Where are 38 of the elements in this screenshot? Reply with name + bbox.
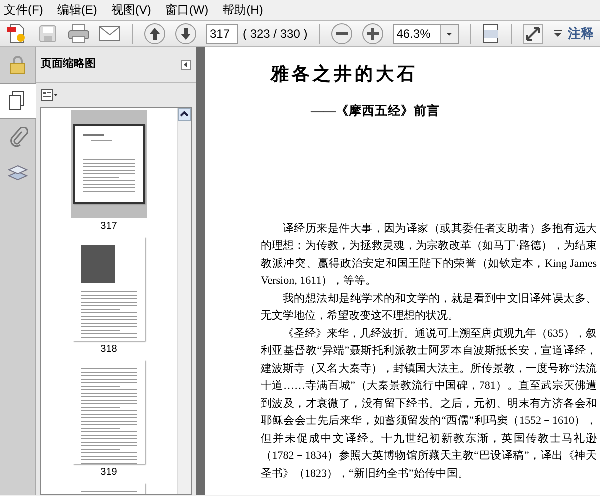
- page-count: ( 323 / 330 ): [243, 26, 308, 42]
- previous-page-icon[interactable]: [144, 22, 166, 44]
- collapse-panel-icon[interactable]: [181, 60, 191, 70]
- menu-item[interactable]: 视图(V): [111, 1, 152, 19]
- create-document-icon[interactable]: [6, 22, 28, 44]
- zoom-field[interactable]: 46.3%: [392, 24, 459, 44]
- menu-item[interactable]: 窗口(W): [165, 1, 209, 19]
- chapter-title: 雅各之井的大石: [270, 63, 418, 86]
- scrollbar[interactable]: [177, 108, 191, 494]
- menu-item[interactable]: 帮助(H): [222, 1, 264, 19]
- body-paragraph: 译经历来是件大事，因为译家（或其委任者支助者）多抱有远大的理想：为传教，为拯救灵魂，为宗教改革（如马丁·路德），为结束教派冲突、赢得政治安定和国王陛下的荣誉（如钦定本，King James Version, 1611），等等。: [261, 222, 597, 290]
- panel-title: 页面缩略图: [41, 56, 97, 72]
- page-number-label: 319: [100, 466, 118, 480]
- comment-button[interactable]: 注释: [568, 24, 594, 44]
- chapter-subtitle: ——《摩西五经》前言: [311, 103, 440, 120]
- print-icon[interactable]: [68, 24, 90, 44]
- body-paragraph: 我的想法却是纯学术的和文学的，就是看到中文旧译舛误太多、无文学地位，希望改变这不理想的状况。: [261, 292, 597, 324]
- next-page-icon[interactable]: [175, 22, 197, 44]
- photo-placeholder: [81, 245, 115, 283]
- menu-item[interactable]: 编辑(E): [57, 1, 98, 19]
- page-number-field[interactable]: 317: [206, 24, 238, 44]
- toolbar-options-caret-icon[interactable]: [554, 30, 562, 38]
- pages-tab[interactable]: [0, 83, 36, 119]
- dropdown-caret-icon[interactable]: [440, 24, 458, 42]
- paperclip-icon: [8, 127, 28, 147]
- menu-item[interactable]: 文件(F): [4, 1, 44, 19]
- body-paragraph: 《圣经》来华，几经波折。通说可上溯至唐贞观九年（635），叙利亚基督教“异端”聂斯托利派教士阿罗本自波斯抵长安，宣道译经，建波斯寺（又名大秦寺），封镇国大法主。所传景教，一度号称“法流十道……寺满百城”（大秦景教流行中国碑，781）。直至武宗灭佛遭到波及，才衰微了，没有留下经书。之后，元初、明末有方济各会和耶稣会会士先后来华，如蓄须留发的“西儒”利玛窦（1552－1610），但并未促成中文译经。十九世纪初新教东渐，英国传教士马礼逊（1782－1834）参照大英博物馆所藏天主教“巴设译稿”，译出《神天圣书》（1823），“新旧约全书”始传中国。: [261, 326, 597, 482]
- zoom-out-icon[interactable]: [330, 22, 353, 44]
- email-icon[interactable]: [99, 26, 121, 42]
- layers-icon: [8, 163, 28, 183]
- page-thumbnail[interactable]: [73, 124, 145, 204]
- options-menu-icon[interactable]: [41, 89, 59, 101]
- fit-page-icon[interactable]: [482, 24, 500, 44]
- page-number-label: 318: [100, 343, 118, 357]
- scroll-up-icon[interactable]: [178, 108, 191, 121]
- page-number-label: 317: [100, 220, 118, 234]
- expand-icon[interactable]: [522, 24, 543, 44]
- zoom-in-icon[interactable]: [362, 22, 384, 44]
